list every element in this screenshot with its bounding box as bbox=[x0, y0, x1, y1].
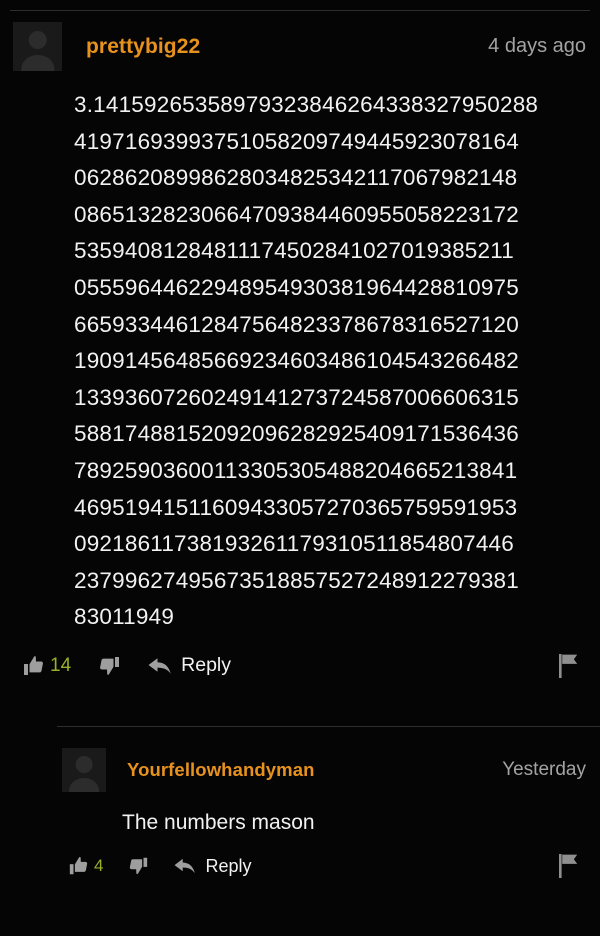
reply-arrow-icon bbox=[147, 655, 173, 677]
comment-body-line: 06286208998628034825342117067982148 bbox=[74, 165, 518, 191]
comment-body-line: 05559644622948954930381964428810975 bbox=[74, 274, 519, 300]
thumbs-up-icon bbox=[68, 855, 90, 877]
comment-body-line: 66593344612847564823378678316527120 bbox=[74, 311, 519, 337]
comment-body-line: 46951941511609433057270365759591953 bbox=[74, 494, 518, 520]
comment-action-bar: 4 Reply bbox=[68, 852, 600, 880]
comment-body-line: 13393607260249141273724587006606315 bbox=[74, 384, 519, 410]
avatar-head-shape bbox=[28, 30, 47, 50]
comment-body-line: 19091456485669234603486104543266482 bbox=[74, 348, 519, 374]
reply-button[interactable]: Reply bbox=[147, 654, 231, 677]
comment-root: prettybig22 4 days ago 3.141592653589793… bbox=[0, 22, 600, 678]
comment-author-username[interactable]: Yourfellowhandyman bbox=[127, 759, 315, 781]
thumbs-down-icon bbox=[97, 654, 121, 678]
comment-body-line: 23799627495673518857527248912279381 bbox=[74, 567, 519, 593]
comment-body-line: 58817488152092096282925409171536436 bbox=[74, 421, 519, 447]
default-user-avatar-icon[interactable] bbox=[62, 748, 106, 792]
reply-label: Reply bbox=[181, 654, 231, 677]
default-user-avatar-icon[interactable] bbox=[13, 22, 62, 71]
thumbs-up-icon bbox=[22, 654, 46, 678]
flag-icon bbox=[556, 652, 582, 680]
upvote-button[interactable]: 14 bbox=[22, 654, 71, 678]
comment-separator-divider bbox=[57, 726, 600, 727]
comment-body-line: 3.14159265358979323846264338327950288 bbox=[74, 92, 539, 117]
avatar-body-shape bbox=[69, 777, 99, 792]
comment-timestamp: Yesterday bbox=[502, 759, 586, 780]
comment-body-line: 78925903600113305305488204665213841 bbox=[74, 457, 518, 483]
comment-body-line: 09218611738193261179310511854807446 bbox=[74, 531, 514, 557]
flag-button[interactable] bbox=[556, 652, 582, 680]
thread-top-divider bbox=[10, 10, 590, 11]
downvote-button[interactable] bbox=[97, 654, 121, 678]
flag-icon bbox=[556, 852, 582, 880]
comment-body-line: 08651328230664709384460955058223172 bbox=[74, 201, 519, 227]
comment-timestamp: 4 days ago bbox=[488, 35, 586, 57]
comment-reply: Yourfellowhandyman Yesterday The numbers… bbox=[0, 748, 600, 880]
avatar-body-shape bbox=[20, 55, 55, 71]
avatar-head-shape bbox=[75, 755, 93, 773]
downvote-button[interactable] bbox=[127, 855, 149, 877]
comment-body-text: 3.14159265358979323846264338327950288 419… bbox=[74, 87, 586, 636]
reply-arrow-icon bbox=[173, 856, 197, 876]
upvote-count: 4 bbox=[94, 856, 104, 875]
comment-body-line: 41971693993751058209749445923078164 bbox=[74, 128, 519, 154]
comment-body-line: 53594081284811174502841027019385211 bbox=[74, 238, 514, 264]
comment-action-bar: 14 Reply bbox=[22, 652, 600, 680]
comment-thread: prettybig22 4 days ago 3.141592653589793… bbox=[0, 0, 600, 936]
reply-button[interactable]: Reply bbox=[173, 855, 252, 877]
comment-header: Yourfellowhandyman Yesterday bbox=[0, 748, 600, 792]
comment-header: prettybig22 4 days ago bbox=[0, 22, 600, 71]
reply-label: Reply bbox=[205, 855, 252, 876]
upvote-button[interactable]: 4 bbox=[68, 855, 103, 877]
upvote-count: 14 bbox=[50, 654, 72, 676]
thumbs-down-icon bbox=[127, 855, 149, 877]
flag-button[interactable] bbox=[556, 852, 582, 880]
comment-body-text: The numbers mason bbox=[122, 811, 315, 834]
comment-body-line: 83011949 bbox=[74, 604, 175, 630]
comment-author-username[interactable]: prettybig22 bbox=[86, 35, 200, 59]
